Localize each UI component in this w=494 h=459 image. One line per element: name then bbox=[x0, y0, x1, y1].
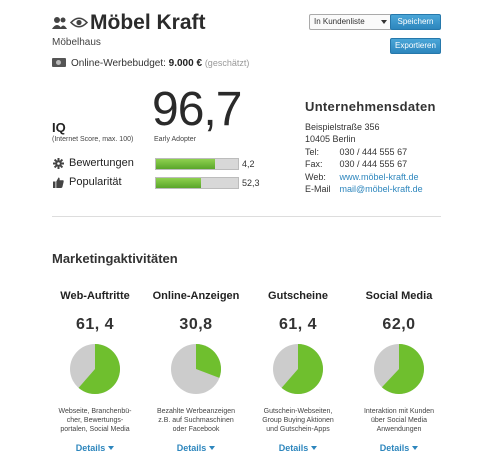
gear-icon bbox=[53, 158, 64, 169]
details-link[interactable]: Details bbox=[349, 443, 449, 453]
email-label: E-Mail bbox=[305, 184, 331, 194]
activity-score: 61, 4 bbox=[278, 316, 318, 333]
activity-title: Gutscheine bbox=[268, 290, 328, 302]
company-web: Web: www.möbel-kraft.de bbox=[305, 172, 419, 182]
activity-description: Webseite, Branchenbü- bbox=[58, 408, 132, 415]
chevron-down-icon bbox=[311, 446, 318, 450]
marketing-title: Marketingaktivitäten bbox=[52, 251, 178, 266]
activity-title: Social Media bbox=[365, 290, 433, 302]
activity-title: Online-Anzeigen bbox=[152, 290, 240, 302]
details-link[interactable]: Details bbox=[45, 443, 145, 453]
reviews-bar-fill bbox=[156, 159, 216, 169]
activity-score: 61, 4 bbox=[75, 316, 115, 333]
budget-note: (geschätzt) bbox=[204, 58, 250, 68]
activity-description: Interaktion mit Kunden bbox=[363, 408, 435, 415]
section-divider bbox=[52, 216, 441, 217]
activity-score: 62,0 bbox=[382, 316, 416, 333]
metric-value-popularity: 52,3 bbox=[242, 178, 260, 188]
chevron-down-icon bbox=[108, 446, 115, 450]
metric-value-reviews: 4,2 bbox=[242, 159, 255, 169]
details-label: Details bbox=[75, 443, 106, 453]
activity-pie-chart bbox=[273, 344, 323, 394]
company-tel: Tel: 030 / 444 555 67 bbox=[305, 147, 407, 157]
details-label: Details bbox=[176, 443, 207, 453]
activity-description: portalen, Social Media bbox=[60, 426, 130, 433]
list-select-value: In Kundenliste bbox=[314, 17, 365, 26]
activity-title: Web-Auftritte bbox=[60, 290, 130, 302]
activity-score: 30,8 bbox=[179, 316, 213, 333]
activity-pie-chart bbox=[70, 344, 120, 394]
activity-pie-chart bbox=[171, 344, 221, 394]
page-title: Möbel Kraft bbox=[90, 11, 206, 34]
company-category: Möbelhaus bbox=[52, 37, 101, 48]
activity-description: Bezahlte Werbeanzeigen bbox=[156, 408, 236, 415]
chevron-down-icon bbox=[412, 446, 419, 450]
popularity-bar-fill bbox=[156, 178, 202, 188]
website-link[interactable]: www.möbel-kraft.de bbox=[340, 172, 419, 182]
details-label: Details bbox=[278, 443, 309, 453]
tel-value: 030 / 444 555 67 bbox=[339, 147, 408, 157]
chevron-down-icon bbox=[209, 446, 216, 450]
popularity-bar bbox=[155, 177, 239, 189]
fax-label: Fax: bbox=[305, 159, 323, 169]
activity-pie-chart bbox=[374, 344, 424, 394]
company-email: E-Mail mail@möbel-kraft.de bbox=[305, 184, 423, 194]
budget-line: Online-Werbebudget: 9.000 € (geschätzt) bbox=[52, 58, 249, 69]
export-button[interactable]: Exportieren bbox=[390, 38, 441, 54]
eye-icon bbox=[70, 17, 88, 28]
thumbs-up-icon bbox=[53, 177, 64, 188]
iq-sublabel: (Internet Score, max. 100) bbox=[52, 136, 134, 143]
fax-value: 030 / 444 555 67 bbox=[339, 159, 408, 169]
money-icon bbox=[52, 58, 66, 67]
iq-category: Early Adopter bbox=[154, 136, 197, 143]
activity-description: Group Buying Aktionen bbox=[262, 417, 334, 424]
web-label: Web: bbox=[305, 172, 326, 182]
save-button[interactable]: Speichern bbox=[390, 14, 441, 30]
email-link[interactable]: mail@möbel-kraft.de bbox=[340, 184, 423, 194]
activity-description: Gutschein-Webseiten, bbox=[263, 408, 333, 415]
users-icon bbox=[52, 17, 67, 29]
list-select[interactable]: In Kundenliste bbox=[309, 14, 392, 30]
details-link[interactable]: Details bbox=[248, 443, 348, 453]
reviews-bar bbox=[155, 158, 239, 170]
details-link[interactable]: Details bbox=[146, 443, 246, 453]
company-city: 10405 Berlin bbox=[305, 134, 356, 144]
company-fax: Fax: 030 / 444 555 67 bbox=[305, 159, 407, 169]
company-section-title: Unternehmensdaten bbox=[305, 99, 436, 114]
activity-description: und Gutschein-Apps bbox=[266, 426, 330, 433]
company-street: Beispielstraße 356 bbox=[305, 122, 380, 132]
activity-description: z.B. auf Suchmaschinen bbox=[158, 417, 234, 424]
metric-label-popularity: Popularität bbox=[69, 176, 122, 188]
iq-score: 96,7 bbox=[152, 83, 242, 136]
activity-description: oder Facebook bbox=[172, 426, 220, 433]
budget-value: 9.000 € bbox=[168, 58, 203, 69]
tel-label: Tel: bbox=[305, 147, 320, 157]
activity-description: über Social Media bbox=[370, 417, 428, 424]
activity-description: Anwendungen bbox=[376, 426, 422, 433]
iq-label: IQ bbox=[52, 120, 66, 135]
budget-label: Online-Werbebudget: bbox=[71, 58, 166, 69]
chevron-down-icon bbox=[381, 20, 387, 24]
details-label: Details bbox=[379, 443, 410, 453]
activity-description: cher, Bewertungs- bbox=[66, 417, 124, 424]
metric-label-reviews: Bewertungen bbox=[69, 157, 134, 169]
